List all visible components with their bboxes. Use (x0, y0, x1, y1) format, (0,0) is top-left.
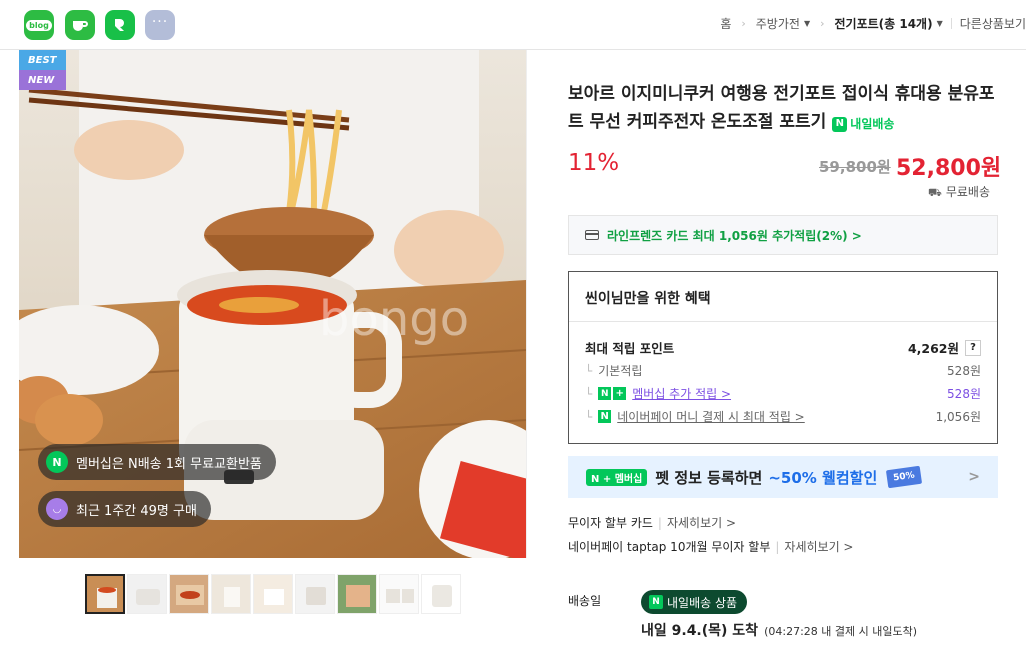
cafe-share-button[interactable] (65, 10, 95, 40)
coupon-icon: 50% (886, 465, 923, 489)
svg-text:bongo: bongo (319, 291, 469, 347)
shipping-info: ⛟ 무료배송 (928, 183, 990, 201)
naverpay-icon: N (598, 410, 612, 423)
divider (950, 18, 952, 29)
shipping-text: 무료배송 (945, 185, 991, 199)
product-main-image[interactable]: bongo BEST NEW N 멤버십은 N배송 1회 무료교환반품 ◡ 최근… (19, 50, 527, 558)
thumbnail[interactable] (421, 574, 461, 614)
product-title-text: 보아르 이지미니쿠커 여행용 전기포트 접이식 휴대용 분유포트 무선 커피주전… (568, 84, 995, 132)
naverpay-points-row: └ N 네이버페이 머니 결제 시 최대 적립 > 1,056원 (585, 408, 981, 425)
benefit-heading: 씬이님만을 위한 혜택 (569, 272, 997, 322)
thumbnail[interactable] (295, 574, 335, 614)
delivery-date-text: 내일 9.4.(목) 도착 (641, 623, 759, 639)
divider: | (657, 516, 662, 530)
caret-down-icon[interactable]: ▼ (937, 19, 943, 28)
other-products-link[interactable]: 다른상품보기 (960, 15, 1026, 32)
banner-highlight: ~50% 웰컴할인 (768, 468, 878, 487)
naver-n-icon: N (598, 387, 612, 400)
naverpay-points-value: 1,056원 (935, 410, 981, 424)
tree-line-icon: └ (585, 409, 593, 424)
thumbnail[interactable] (127, 574, 167, 614)
card-promo-text: 라인프렌즈 카드 최대 1,056원 추가적립(2%) > (607, 228, 862, 243)
sale-price: 52,800원 (896, 156, 1002, 181)
membership-tag: N + 멤버십 (586, 468, 648, 486)
installment-card-detail-link[interactable]: 자세히보기 > (667, 516, 736, 530)
card-promo-banner[interactable]: 라인프렌즈 카드 최대 1,056원 추가적립(2%) > (568, 215, 998, 255)
tree-line-icon: └ (585, 363, 593, 378)
thumbnail[interactable] (253, 574, 293, 614)
thumbnail-strip (85, 574, 461, 614)
thumbnail[interactable] (337, 574, 377, 614)
delivery-deadline-note: (04:27:28 내 결제 시 내일도착) (764, 625, 918, 638)
original-price: 59,800원 (819, 158, 891, 176)
credit-card-icon (585, 230, 599, 240)
blog-icon: blog (26, 19, 52, 31)
more-share-button[interactable]: ··· (145, 10, 175, 40)
basic-points-value: 528원 (947, 364, 981, 378)
top-bar: blog ··· 홈 › 주방가전 ▼ › 전기포트(총 14개) ▼ 다른상품… (0, 0, 1026, 50)
membership-points-link[interactable]: 멤버십 추가 적립 > (632, 385, 731, 402)
tree-line-icon: └ (585, 386, 593, 401)
delivery-tag-text: 내일배송 (850, 117, 895, 131)
chevron-right-icon: › (820, 17, 825, 30)
benefit-box: 씬이님만을 위한 혜택 최대 적립 포인트 4,262원 ? └ 기본적립 52… (568, 271, 998, 444)
truck-icon: ⛟ (928, 186, 942, 199)
tomorrow-delivery-text: 내일배송 상품 (667, 595, 738, 610)
chevron-right-icon: > (968, 469, 980, 485)
delivery-date: 내일 9.4.(목) 도착 (04:27:28 내 결제 시 내일도착) (641, 620, 917, 640)
caret-down-icon[interactable]: ▼ (804, 19, 810, 28)
discount-rate: 11% (568, 150, 620, 176)
installment-taptap-label: 네이버페이 taptap 10개월 무이자 할부 (568, 540, 771, 554)
new-badge: NEW (19, 70, 66, 90)
membership-points-row: └ N + 멤버십 추가 적립 > 528원 (585, 385, 981, 402)
recent-purchase-pill: ◡ 최근 1주간 49명 구매 (38, 491, 211, 527)
breadcrumb: 홈 › 주방가전 ▼ › 전기포트(총 14개) ▼ 다른상품보기 (720, 15, 1026, 32)
breadcrumb-current[interactable]: 전기포트(총 14개) (835, 15, 933, 32)
plus-icon: + (613, 387, 627, 400)
naver-n-icon: N (649, 595, 663, 609)
shopping-bag-icon: ◡ (46, 498, 68, 520)
pet-welcome-banner[interactable]: N + 멤버십 펫 정보 등록하면 ~50% 웰컴할인 50% > (568, 456, 998, 498)
breadcrumb-category[interactable]: 주방가전 (756, 15, 800, 32)
membership-exchange-text: 멤버십은 N배송 1회 무료교환반품 (76, 456, 262, 472)
banner-text: 펫 정보 등록하면 (655, 468, 763, 487)
band-icon (115, 19, 124, 31)
delivery-tag: N 내일배송 (832, 110, 894, 138)
installment-row-1: 무이자 할부 카드 | 자세히보기 > (568, 514, 736, 531)
band-share-button[interactable] (105, 10, 135, 40)
more-icon: ··· (151, 14, 169, 30)
installment-row-2: 네이버페이 taptap 10개월 무이자 할부 | 자세히보기 > (568, 538, 854, 555)
max-points-label: 최대 적립 포인트 (585, 341, 675, 356)
thumbnail[interactable] (169, 574, 209, 614)
thumbnail[interactable] (211, 574, 251, 614)
best-badge: BEST (19, 50, 66, 70)
thumbnail[interactable] (379, 574, 419, 614)
membership-points-value: 528원 (947, 387, 981, 401)
thumbnail[interactable] (85, 574, 125, 614)
basic-points-label: 기본적립 (598, 364, 643, 378)
installment-card-label: 무이자 할부 카드 (568, 516, 653, 530)
blog-share-button[interactable]: blog (24, 10, 54, 40)
basic-points-row: └ 기본적립 528원 (585, 362, 981, 379)
divider: | (775, 540, 780, 554)
installment-taptap-detail-link[interactable]: 자세히보기 > (784, 540, 853, 554)
naver-n-icon: N (832, 116, 848, 132)
max-points-row: 최대 적립 포인트 4,262원 ? (585, 338, 981, 357)
help-icon[interactable]: ? (965, 339, 981, 356)
recent-purchase-text: 최근 1주간 49명 구매 (76, 503, 197, 519)
breadcrumb-home[interactable]: 홈 (720, 15, 731, 32)
product-photo: bongo (19, 50, 526, 558)
membership-exchange-pill: N 멤버십은 N배송 1회 무료교환반품 (38, 444, 276, 480)
delivery-label: 배송일 (568, 594, 602, 608)
product-title: 보아르 이지미니쿠커 여행용 전기포트 접이식 휴대용 분유포트 무선 커피주전… (568, 80, 1008, 138)
chevron-right-icon: › (741, 17, 746, 30)
cafe-icon (73, 21, 88, 31)
max-points-value: 4,262원 (907, 341, 959, 356)
naver-n-icon: N (46, 451, 68, 473)
tomorrow-delivery-badge: N 내일배송 상품 (641, 590, 748, 614)
naverpay-points-link[interactable]: 네이버페이 머니 결제 시 최대 적립 > (617, 408, 805, 425)
